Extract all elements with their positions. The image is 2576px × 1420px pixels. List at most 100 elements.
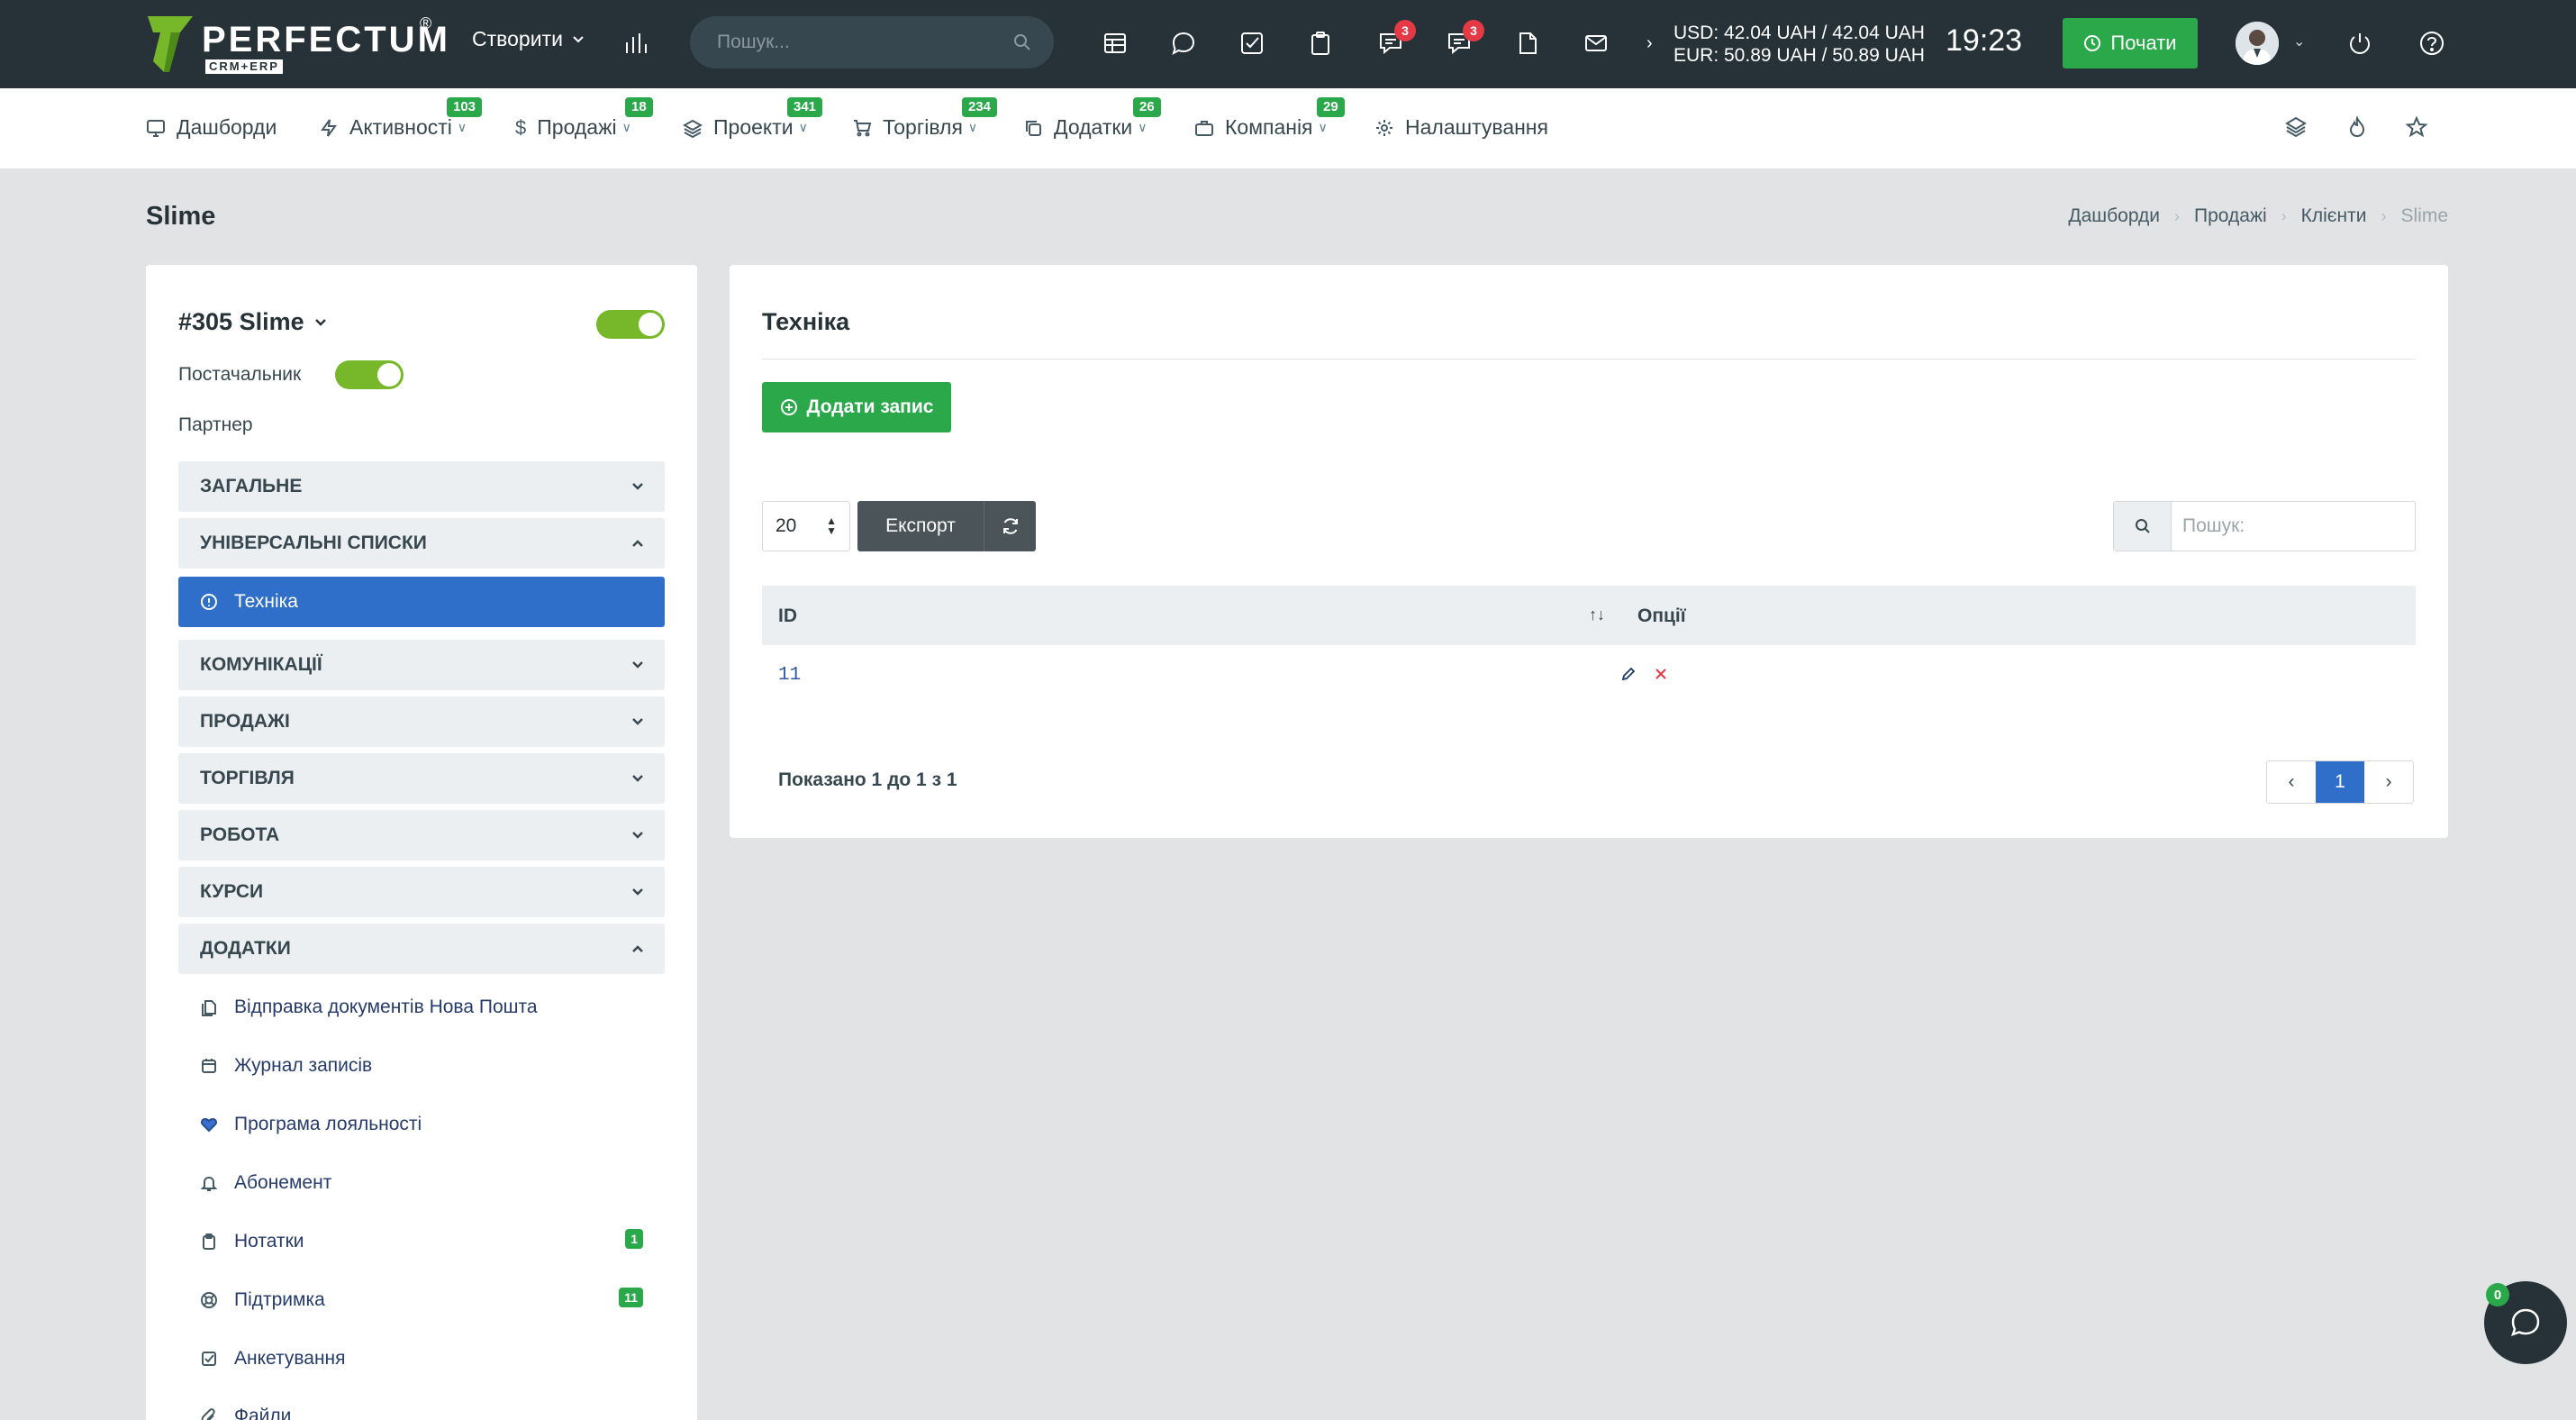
nav-trade[interactable]: Торгівля ∨ 234 [852, 97, 998, 140]
section-courses[interactable]: КУРСИ [178, 867, 665, 917]
chevron-down-icon: ∨ [621, 120, 631, 134]
refresh-button[interactable] [984, 501, 1036, 551]
messages-icon[interactable]: 3 [1441, 20, 1484, 61]
nav-addons[interactable]: Додатки ∨ 26 [1023, 97, 1161, 140]
global-search-input[interactable] [717, 16, 1005, 68]
pagination-prev[interactable]: ‹ [2267, 761, 2316, 803]
addon-label: Файли [234, 1406, 292, 1420]
addon-nova-poshta[interactable]: Відправка документів Нова Пошта [178, 989, 665, 1025]
nav-label: Компанія [1225, 115, 1313, 139]
comments-icon[interactable]: 3 [1373, 20, 1416, 61]
clipboard-icon[interactable] [1302, 25, 1338, 61]
page-title: Slime [146, 202, 216, 231]
section-work[interactable]: РОБОТА [178, 810, 665, 860]
layers-icon[interactable] [2284, 115, 2311, 142]
clipboard-icon [200, 1233, 218, 1251]
task-check-icon[interactable] [1234, 25, 1270, 61]
chevron-down-icon[interactable]: ⌄ [2293, 32, 2305, 50]
calendar-table-icon[interactable] [1097, 25, 1133, 61]
breadcrumb-clients[interactable]: Клієнти [2301, 205, 2367, 227]
nav-activities[interactable]: Активності ∨ 103 [319, 97, 483, 140]
briefcase-icon [1195, 120, 1213, 136]
section-communications[interactable]: КОМУНІКАЦІЇ [178, 640, 665, 690]
section-label: ТОРГІВЛЯ [200, 768, 295, 788]
nav-company[interactable]: Компанія ∨ 29 [1194, 97, 1345, 140]
mail-icon[interactable] [1578, 25, 1614, 61]
logo-mark-icon [148, 16, 193, 72]
page-size-select[interactable]: 20 ▲ ▼ [762, 501, 850, 551]
section-label: УНІВЕРСАЛЬНІ СПИСКИ [200, 532, 427, 553]
table-search[interactable] [2113, 501, 2416, 551]
clock: 19:23 [1946, 23, 2023, 58]
pagination-next[interactable]: › [2364, 761, 2413, 803]
help-icon[interactable] [2414, 25, 2450, 61]
layers-icon [683, 119, 703, 138]
search-icon[interactable] [1012, 32, 1032, 52]
section-label: КОМУНІКАЦІЇ [200, 654, 322, 675]
addon-journal[interactable]: Журнал записів [178, 1048, 665, 1084]
breadcrumb-sales[interactable]: Продажі [2194, 205, 2267, 227]
notes-badge: 1 [625, 1229, 643, 1249]
table-info: Показано 1 до 1 з 1 [778, 769, 957, 790]
delete-x-icon[interactable] [1652, 665, 1670, 683]
client-active-toggle[interactable] [596, 310, 665, 339]
star-icon[interactable] [2405, 115, 2432, 142]
supplier-toggle[interactable] [335, 360, 404, 389]
statistics-icon[interactable] [618, 25, 654, 61]
nav-label: Продажі [537, 115, 617, 139]
lifebuoy-icon [200, 1291, 218, 1309]
breadcrumb-dashboards[interactable]: Дашборди [2068, 205, 2160, 227]
user-avatar-icon [2236, 22, 2279, 65]
nav-label: Додатки [1054, 115, 1133, 139]
nav-badge: 103 [447, 97, 483, 117]
client-sidebar: #305 Slime Постачальник Партнер ЗАГАЛЬНЕ… [146, 265, 697, 1420]
nav-projects[interactable]: Проекти ∨ 341 [683, 97, 823, 140]
addon-notes[interactable]: Нотатки 1 [178, 1224, 665, 1260]
table-search-input[interactable] [2182, 502, 2408, 551]
addon-survey[interactable]: Анкетування [178, 1341, 665, 1377]
export-button[interactable]: Експорт [857, 501, 984, 551]
document-icon[interactable] [1510, 25, 1546, 61]
addon-loyalty[interactable]: Програма лояльності [178, 1106, 665, 1142]
addon-label: Програма лояльності [234, 1114, 422, 1134]
top-bar: PERFECTUM ® CRM+ERP Створити 3 3 › [0, 0, 2576, 88]
usd-rate: USD: 42.04 UAH / 42.04 UAH [1673, 23, 1925, 43]
heart-icon [200, 1115, 218, 1133]
section-sales[interactable]: ПРОДАЖІ [178, 696, 665, 747]
nav-sales[interactable]: $ Продажі ∨ 18 [515, 97, 653, 140]
section-addons[interactable]: ДОДАТКИ [178, 924, 665, 974]
clock-icon [2084, 35, 2101, 51]
cart-icon [854, 119, 872, 136]
nav-dashboards[interactable]: Дашборди [146, 115, 277, 140]
add-record-button[interactable]: Додати запис [762, 382, 951, 432]
chevron-right-icon: › [1646, 33, 1653, 53]
client-name-dropdown[interactable]: #305 Slime [178, 308, 328, 336]
addon-support[interactable]: Підтримка 11 [178, 1282, 665, 1318]
table-row: 11 [762, 645, 2416, 705]
create-menu-button[interactable]: Створити [472, 27, 585, 51]
avatar[interactable] [2236, 22, 2279, 65]
section-universal-lists[interactable]: УНІВЕРСАЛЬНІ СПИСКИ [178, 518, 665, 569]
global-search[interactable] [690, 16, 1054, 68]
start-timer-button[interactable]: Почати [2063, 18, 2198, 68]
nav-label: Дашборди [177, 115, 277, 139]
power-icon[interactable] [2342, 25, 2378, 61]
sort-icon[interactable]: ↑↓ [1589, 605, 1605, 624]
start-label: Почати [2110, 32, 2177, 54]
record-id-link[interactable]: 11 [778, 665, 801, 686]
chat-badge: 0 [2486, 1283, 2509, 1306]
perfectum-logo[interactable]: PERFECTUM ® CRM+ERP [144, 13, 448, 76]
column-id[interactable]: ID [778, 605, 797, 627]
nav-settings[interactable]: Налаштування [1374, 115, 1548, 140]
edit-pencil-icon[interactable] [1619, 665, 1637, 683]
chat-bubble-icon [2511, 1308, 2540, 1337]
addon-subscription[interactable]: Абонемент [178, 1165, 665, 1201]
addon-files[interactable]: Файли [178, 1398, 665, 1420]
list-item-technika[interactable]: Техніка [178, 577, 665, 627]
fire-icon[interactable] [2345, 115, 2372, 142]
section-trade[interactable]: ТОРГІВЛЯ [178, 753, 665, 804]
divider [762, 359, 2416, 360]
pagination-page[interactable]: 1 [2316, 761, 2364, 803]
chat-bubble-icon[interactable] [1166, 25, 1202, 61]
section-general[interactable]: ЗАГАЛЬНЕ [178, 461, 665, 512]
